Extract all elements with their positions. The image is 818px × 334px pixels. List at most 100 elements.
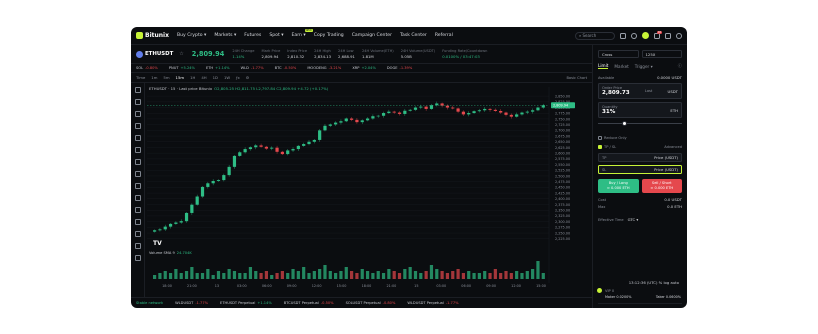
nav-item-futures[interactable]: Futures — [244, 33, 261, 38]
advanced-toggle[interactable]: Advanced — [664, 145, 682, 149]
available-row: Available 0.0000 USDT — [598, 75, 682, 80]
effective-time-select[interactable]: GTC ▾ — [628, 217, 639, 222]
indicators-icon[interactable]: ƒx — [236, 75, 240, 80]
timeframe-1w[interactable]: 1W — [224, 75, 230, 80]
tab-market[interactable]: Market — [614, 64, 628, 69]
brush-icon[interactable] — [135, 147, 141, 153]
bottom-ticker-item[interactable]: WLDUSDT -1.77% — [175, 301, 208, 305]
pattern-icon[interactable] — [135, 123, 141, 129]
candle-body — [153, 230, 157, 232]
sell-short-amount: ≈ 0.000 ETH — [650, 186, 674, 190]
fib-icon[interactable] — [135, 111, 141, 117]
notification-icon[interactable]: 10 — [654, 30, 662, 39]
orders-icon[interactable] — [620, 32, 626, 39]
download-icon[interactable] — [665, 32, 671, 39]
favorites-tools-icon[interactable] — [135, 243, 141, 249]
margin-mode-select[interactable]: Cross — [598, 50, 639, 58]
bottom-ticker-item[interactable]: WLDUSDT Perpetual -1.77% — [407, 301, 458, 305]
candle-body — [184, 212, 189, 222]
tpsl-checkbox[interactable] — [598, 144, 602, 149]
lock-icon[interactable] — [135, 219, 141, 225]
favorite-icon[interactable]: ☆ — [179, 51, 183, 57]
favorite-item[interactable]: WLD -1.77% — [241, 66, 264, 70]
tradingview-logo[interactable]: TV — [153, 240, 162, 247]
volume-bar — [408, 267, 412, 279]
volume-bar — [541, 273, 545, 279]
favorite-item[interactable]: XRP +2.04% — [352, 66, 376, 70]
order-price-field[interactable]: Order Price 2,809.73 Last USDT — [598, 83, 682, 99]
favorite-item[interactable]: ETH +1.14% — [206, 66, 230, 70]
text-icon[interactable] — [135, 159, 141, 165]
pair-selector[interactable]: ETHUSDT — [145, 51, 173, 57]
buy-long-button[interactable]: Buy / Long ≈ 0.000 ETH — [598, 179, 639, 193]
leverage-select[interactable]: 125X — [641, 50, 682, 58]
search-input[interactable]: ⌕ Search — [575, 31, 615, 40]
quantity-field[interactable]: Quantity 31% ETH — [598, 102, 682, 118]
sell-short-button[interactable]: Sell / Short ≈ 0.000 ETH — [641, 179, 682, 193]
timeframe-1m[interactable]: 1m — [151, 75, 157, 80]
candle-body — [206, 183, 210, 187]
tab-limit[interactable]: Limit — [598, 63, 609, 69]
volume-bar — [493, 269, 497, 279]
assets-icon[interactable] — [631, 32, 637, 39]
crosshair-icon[interactable] — [135, 87, 141, 93]
stat-24h-change: 24H Change 1.14% — [232, 49, 254, 60]
settings-icon[interactable]: ⚙ — [246, 75, 249, 80]
ruler-icon[interactable] — [135, 183, 141, 189]
projection-icon[interactable] — [135, 135, 141, 141]
language-icon[interactable] — [676, 32, 682, 39]
nav-item-task-center[interactable]: Task Center — [400, 33, 427, 38]
available-value: 0.0000 USDT — [657, 75, 682, 80]
quantity-unit[interactable]: ETH — [670, 108, 678, 113]
favorite-item[interactable]: DOGE -1.39% — [387, 66, 412, 70]
tpsl-toggle[interactable]: TP / SL — [598, 144, 616, 150]
bottom-ticker-item[interactable]: ETHUSDT Perpetual +1.14% — [220, 301, 272, 305]
last-price-tag-label: 2,809.94 — [553, 103, 568, 107]
last-price-button[interactable]: Last — [645, 89, 653, 93]
bottom-ticker-item[interactable]: SOLUSDT Perpetual -0.80% — [346, 301, 396, 305]
candle-body — [360, 120, 364, 123]
timeframe-15m[interactable]: 15m — [176, 75, 185, 80]
brand-logo[interactable]: Bitunix — [136, 32, 169, 39]
slider-handle[interactable] — [622, 121, 628, 126]
chart-mode-toggle[interactable]: Basic Chart — [566, 76, 587, 80]
timeframe-4h[interactable]: 4H — [201, 75, 206, 80]
reduce-only-row[interactable]: Reduce Only — [598, 136, 682, 140]
magnet-icon[interactable] — [135, 207, 141, 213]
avatar[interactable] — [642, 32, 649, 39]
timeframe-5m[interactable]: 5m — [163, 75, 169, 80]
zoom-icon[interactable] — [135, 195, 141, 201]
favorite-item[interactable]: BTC -0.50% — [275, 66, 297, 70]
nav-item-buy-crypto[interactable]: Buy Crypto ▾ — [177, 33, 206, 38]
bottom-ticker-item[interactable]: BTCUSDT Perpetual -0.50% — [284, 301, 334, 305]
vip-label[interactable]: VIP 0 — [605, 289, 614, 293]
sl-type-select[interactable]: Price (USDT) — [654, 167, 678, 172]
stat-value: 2,834.13 — [314, 54, 332, 59]
reduce-only-checkbox[interactable] — [598, 136, 602, 140]
trash-icon[interactable] — [135, 255, 141, 261]
favorite-item[interactable]: PNUT +5.24% — [169, 66, 195, 70]
tab-trigger[interactable]: Trigger ▾ — [635, 64, 653, 69]
quantity-slider[interactable] — [598, 121, 682, 126]
timeframe-1h[interactable]: 1H — [190, 75, 195, 80]
tp-field[interactable]: TP Price (USDT) — [598, 153, 682, 162]
eye-icon[interactable] — [135, 231, 141, 237]
tp-type-select[interactable]: Price (USDT) — [654, 155, 678, 160]
sl-field[interactable]: SL Price (USDT) — [598, 165, 682, 174]
nav-item-campaign-center[interactable]: Campaign Center — [352, 33, 392, 38]
nav-item-spot[interactable]: Spot ▾ — [269, 33, 283, 38]
price-chart[interactable]: 2,850.002,825.002,800.002,775.002,750.00… — [145, 83, 592, 297]
nav-item-referral[interactable]: Referral — [435, 33, 453, 38]
emoji-icon[interactable] — [135, 171, 141, 177]
info-icon[interactable]: ⓘ — [678, 63, 682, 69]
timeframe-1d[interactable]: 1D — [213, 75, 218, 80]
favorite-item[interactable]: MOODENG -3.21% — [307, 66, 341, 70]
nav-item-earn[interactable]: Earn ▾ NEW — [292, 29, 313, 38]
nav-item-markets[interactable]: Markets ▾ — [214, 33, 236, 38]
nav-item-copy-trading[interactable]: Copy Trading — [314, 33, 344, 38]
chart-canvas[interactable]: 2,850.002,825.002,800.002,775.002,750.00… — [145, 83, 592, 297]
timeframe-time[interactable]: Time — [136, 75, 145, 80]
favorite-item[interactable]: SOL -0.80% — [136, 66, 158, 70]
volume-bar — [509, 273, 513, 279]
trendline-icon[interactable] — [135, 99, 141, 105]
